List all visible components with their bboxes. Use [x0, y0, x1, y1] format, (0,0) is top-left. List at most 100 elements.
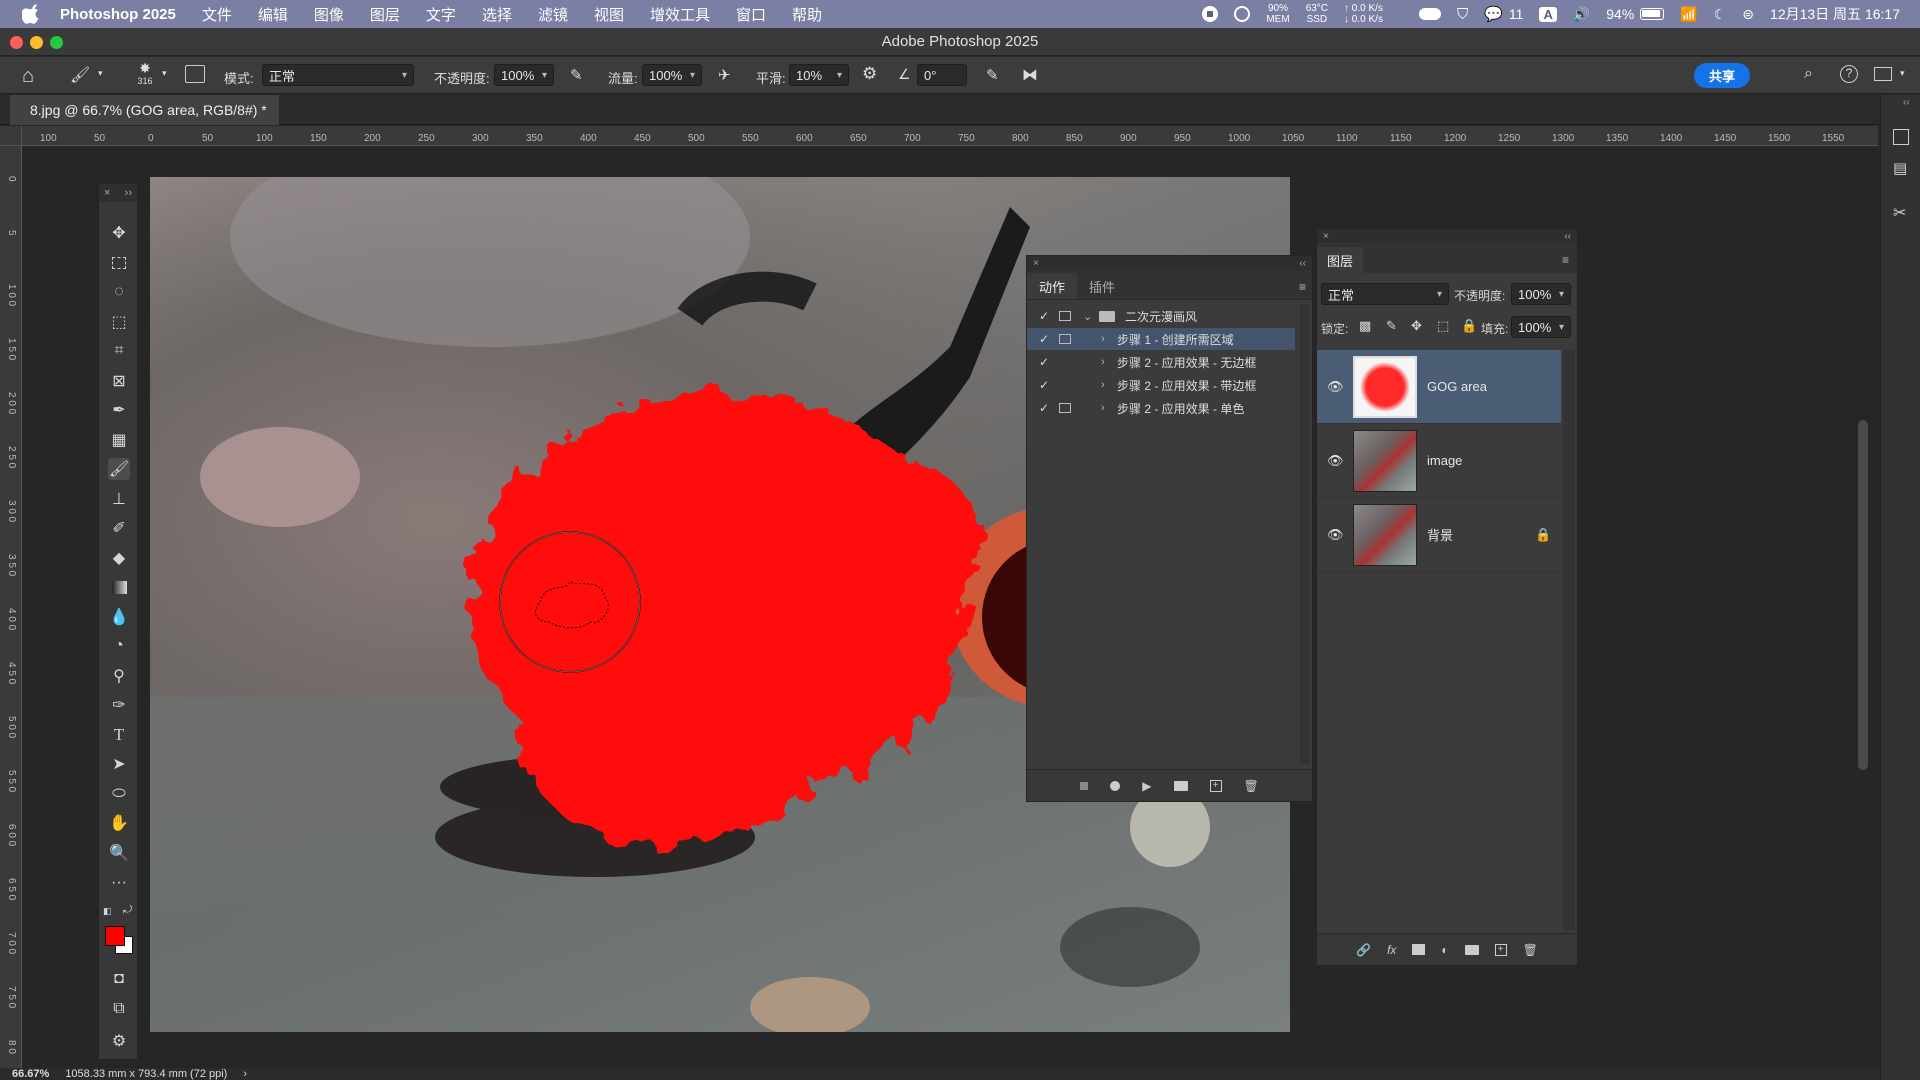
- pressure-size-icon[interactable]: ✎: [986, 66, 999, 84]
- menu-image[interactable]: 图像: [314, 4, 344, 25]
- help-icon[interactable]: ?: [1840, 65, 1858, 83]
- menu-file[interactable]: 文件: [202, 4, 232, 25]
- layer-name[interactable]: GOG area: [1427, 379, 1487, 394]
- properties-panel-icon[interactable]: [1893, 129, 1909, 145]
- screen-mode-icon[interactable]: ⧉: [108, 998, 130, 1020]
- checkmark-icon[interactable]: ✓: [1037, 355, 1051, 369]
- record-stop-icon[interactable]: [1202, 6, 1219, 22]
- control-center-icon[interactable]: ⊜: [1742, 6, 1754, 23]
- adjustment-layer-icon[interactable]: ◐: [1441, 943, 1448, 957]
- eraser-tool-icon[interactable]: ◆: [108, 547, 130, 569]
- checkmark-icon[interactable]: ✓: [1037, 309, 1051, 323]
- layer-opacity-field[interactable]: 100% ▾: [1511, 283, 1571, 305]
- wifi-icon[interactable]: 📶: [1680, 6, 1697, 23]
- swap-colors-icon[interactable]: ⤾: [123, 904, 132, 917]
- object-selection-tool-icon[interactable]: ⬚: [108, 311, 130, 333]
- panel-menu-icon[interactable]: ≡: [1562, 253, 1569, 267]
- chevron-down-icon[interactable]: ▾: [98, 68, 103, 79]
- sponge-tool-icon[interactable]: ⚲: [108, 665, 130, 687]
- menu-help[interactable]: 帮助: [792, 4, 822, 25]
- close-icon[interactable]: ×: [1033, 258, 1039, 269]
- search-icon[interactable]: ⌕: [1804, 65, 1813, 83]
- expand-panels-icon[interactable]: ‹‹: [1903, 97, 1910, 108]
- vertical-ruler[interactable]: 0 5 1 0 0 1 5 0 2 0 0 2 5 0 3 0 0 3 5 0 4 0 0 4 5…: [0, 146, 22, 1080]
- eye-visibility-icon[interactable]: 👁: [1327, 527, 1344, 543]
- document-size[interactable]: 1058.33 mm x 793.4 mm (72 ppi): [65, 1068, 227, 1080]
- flow-field[interactable]: 100% ▾: [642, 64, 702, 86]
- frame-tool-icon[interactable]: ⊠: [108, 370, 130, 392]
- action-step-row[interactable]: ✓ › 步骤 2 - 应用效果 - 带边框: [1027, 374, 1295, 396]
- menu-type[interactable]: 文字: [426, 4, 456, 25]
- chevron-down-icon[interactable]: ⌄: [1083, 310, 1092, 323]
- layer-thumbnail[interactable]: [1353, 430, 1417, 492]
- ruler-origin[interactable]: [0, 126, 22, 146]
- chevron-down-icon[interactable]: ▾: [1900, 68, 1905, 79]
- wechat-icon[interactable]: 💬: [1484, 5, 1503, 23]
- menu-app-name[interactable]: Photoshop 2025: [60, 6, 176, 23]
- chevron-right-icon[interactable]: ›: [1101, 402, 1105, 414]
- lock-transparent-icon[interactable]: ▩: [1359, 318, 1371, 334]
- eyedropper-tool-icon[interactable]: ✒: [108, 399, 130, 421]
- layers-scrollbar[interactable]: [1563, 350, 1575, 930]
- fill-field[interactable]: 100% ▾: [1511, 316, 1571, 338]
- network-stat[interactable]: ↑ 0.0 K/s ↓ 0.0 K/s: [1344, 3, 1383, 25]
- lock-all-icon[interactable]: 🔒: [1461, 318, 1477, 334]
- canvas-vertical-scrollbar[interactable]: [1858, 420, 1868, 770]
- action-step-row[interactable]: ✓ › 步骤 2 - 应用效果 - 无边框: [1027, 351, 1295, 373]
- chevron-right-icon[interactable]: ›: [1101, 379, 1105, 391]
- menu-select[interactable]: 选择: [482, 4, 512, 25]
- move-tool-icon[interactable]: ✥: [108, 222, 130, 244]
- brush-tool-preset-icon[interactable]: 🖌: [70, 65, 90, 85]
- stop-icon[interactable]: [1080, 781, 1089, 790]
- lock-image-icon[interactable]: ✎: [1386, 318, 1397, 334]
- zoom-level[interactable]: 66.67%: [12, 1068, 49, 1080]
- menu-view[interactable]: 视图: [594, 4, 624, 25]
- gradient-tool-icon[interactable]: [108, 576, 130, 598]
- edit-toolbar-icon[interactable]: ⚙: [108, 1030, 130, 1052]
- foreground-color-swatch[interactable]: [105, 926, 125, 946]
- tab-plugins[interactable]: 插件: [1077, 273, 1127, 299]
- trash-icon[interactable]: 🗑: [1244, 779, 1259, 793]
- dialog-toggle-icon[interactable]: [1059, 311, 1071, 321]
- action-step-row[interactable]: ✓ › 步骤 2 - 应用效果 - 单色: [1027, 397, 1295, 419]
- dialog-toggle-icon[interactable]: [1059, 403, 1071, 413]
- battery-icon[interactable]: [1640, 8, 1665, 20]
- panel-menu-icon[interactable]: ≡: [1299, 280, 1306, 294]
- checkmark-icon[interactable]: ✓: [1037, 378, 1051, 392]
- smoothing-field[interactable]: 10% ▾: [789, 64, 849, 86]
- actions-scrollbar[interactable]: [1300, 304, 1310, 764]
- mode-select[interactable]: 正常 ▾: [262, 64, 414, 86]
- horizontal-ruler[interactable]: 100 50 0 50 100 150 200 250 300 350 400 450 500 550 60…: [22, 126, 1878, 146]
- link-layers-icon[interactable]: 🔗: [1356, 943, 1371, 957]
- status-menu-arrow[interactable]: ›: [243, 1068, 247, 1080]
- brush-settings-panel-icon[interactable]: [185, 65, 205, 83]
- minimize-window-button[interactable]: [30, 36, 43, 49]
- new-group-folder-icon[interactable]: [1464, 944, 1479, 955]
- close-icon[interactable]: ×: [104, 187, 110, 199]
- path-selection-tool-icon[interactable]: ➤: [108, 753, 130, 775]
- brush-size-picker[interactable]: ✸ 316: [131, 60, 159, 86]
- marquee-tool-icon[interactable]: [108, 252, 130, 274]
- action-step-row[interactable]: ✓ › 步骤 1 - 创建所需区域: [1027, 328, 1295, 350]
- close-window-button[interactable]: [10, 36, 23, 49]
- crop-tool-icon[interactable]: ⌗: [108, 340, 130, 362]
- history-brush-tool-icon[interactable]: ✐: [108, 517, 130, 539]
- chevron-down-icon[interactable]: ▾: [162, 68, 167, 79]
- menu-plugins[interactable]: 增效工具: [650, 4, 710, 25]
- new-action-icon[interactable]: +: [1209, 779, 1222, 792]
- eye-visibility-icon[interactable]: 👁: [1327, 453, 1344, 469]
- input-method-indicator[interactable]: A: [1539, 6, 1557, 22]
- menu-filter[interactable]: 滤镜: [538, 4, 568, 25]
- brush-tool-icon[interactable]: 🖌: [108, 458, 130, 480]
- focus-moon-icon[interactable]: ☾: [1714, 6, 1727, 23]
- lasso-tool-icon[interactable]: ◌: [108, 281, 130, 303]
- record-icon[interactable]: [1110, 780, 1121, 791]
- dodge-tool-icon[interactable]: ◔: [108, 635, 130, 657]
- type-tool-icon[interactable]: T: [108, 724, 130, 746]
- play-icon[interactable]: ▶: [1142, 779, 1151, 793]
- layer-thumbnail[interactable]: [1353, 504, 1417, 566]
- zoom-tool-icon[interactable]: 🔍: [108, 842, 130, 864]
- home-icon[interactable]: ⌂: [22, 65, 34, 88]
- temp-stat[interactable]: 63°C SSD: [1306, 3, 1328, 25]
- expand-panel-icon[interactable]: ››: [125, 187, 132, 199]
